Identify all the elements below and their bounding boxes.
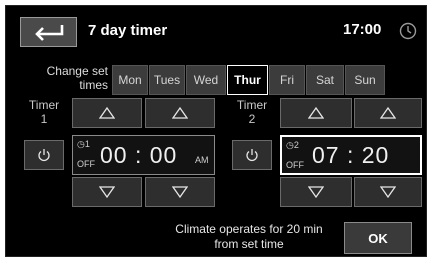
timer-2-state: OFF (286, 160, 304, 170)
day-fri-button[interactable]: Fri (269, 65, 305, 95)
timer-2-hour-down-button[interactable] (280, 177, 352, 207)
timer-1-minute-down-button[interactable] (145, 177, 215, 207)
power-icon (38, 149, 50, 162)
change-set-times-label: Change set times (46, 64, 108, 92)
timer-screen: 7 day timer 17:00 Change set times Mon T… (5, 5, 427, 257)
triangle-up-icon (172, 107, 188, 119)
timer-2-minute-up-button[interactable] (354, 98, 422, 128)
timer-1-clock-badge: ◷1 (77, 139, 90, 149)
day-tues-button[interactable]: Tues (149, 65, 185, 95)
timer-1-label: Timer 1 (28, 98, 60, 126)
timer-2-time-display[interactable]: ◷2 OFF 07 : 20 (280, 135, 422, 175)
timer-1-ampm: AM (195, 155, 209, 165)
power-icon (246, 149, 258, 162)
return-arrow-icon (34, 25, 63, 41)
small-clock-icon: ◷ (77, 139, 85, 149)
timer-1-power-button[interactable] (24, 140, 64, 170)
triangle-down-icon (99, 186, 115, 198)
ok-button[interactable]: OK (344, 222, 412, 254)
triangle-up-icon (99, 107, 115, 119)
clock-icon (399, 22, 417, 45)
back-button[interactable] (20, 17, 77, 47)
current-time: 17:00 (343, 21, 382, 38)
timer-2-label: Timer 2 (236, 98, 268, 126)
timer-2-hour-up-button[interactable] (280, 98, 352, 128)
timer-1-minute-up-button[interactable] (145, 98, 215, 128)
timer-1-time: 00 : 00 (100, 142, 178, 168)
triangle-down-icon (380, 186, 396, 198)
day-thur-button[interactable]: Thur (227, 65, 268, 95)
timer-1-time-display[interactable]: ◷1 OFF 00 : 00 AM (72, 135, 215, 175)
day-sat-button[interactable]: Sat (306, 65, 344, 95)
triangle-down-icon (308, 186, 324, 198)
day-sun-button[interactable]: Sun (345, 65, 385, 95)
timer-1-state: OFF (77, 159, 95, 169)
page-title: 7 day timer (88, 22, 168, 39)
day-mon-button[interactable]: Mon (112, 65, 148, 95)
timer-2-minute-down-button[interactable] (354, 177, 422, 207)
timer-2-power-button[interactable] (232, 140, 272, 170)
timer-1-hour-up-button[interactable] (72, 98, 142, 128)
timer-1-hour-down-button[interactable] (72, 177, 142, 207)
timer-2-clock-badge: ◷2 (286, 140, 299, 150)
climate-info-text: Climate operates for 20 min from set tim… (175, 222, 323, 251)
timer-2-time: 07 : 20 (312, 142, 390, 168)
small-clock-icon: ◷ (286, 140, 294, 150)
triangle-up-icon (308, 107, 324, 119)
triangle-up-icon (380, 107, 396, 119)
triangle-down-icon (172, 186, 188, 198)
day-wed-button[interactable]: Wed (186, 65, 226, 95)
